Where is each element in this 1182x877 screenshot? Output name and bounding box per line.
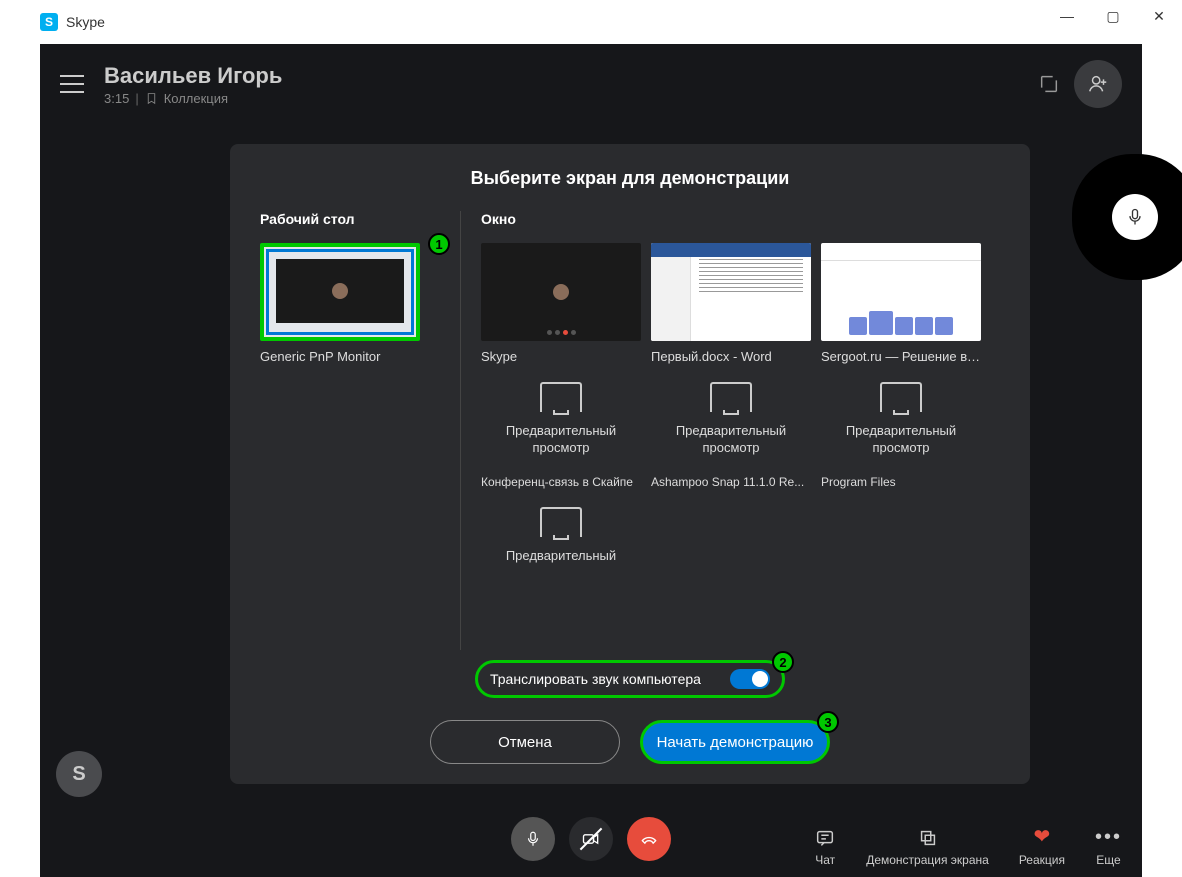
monitor-icon xyxy=(540,382,582,412)
more-label: Еще xyxy=(1096,853,1120,867)
window-item-label: Program Files xyxy=(821,475,981,489)
more-button[interactable]: ••• Еще xyxy=(1095,826,1122,867)
add-person-button[interactable] xyxy=(1074,60,1122,108)
microphone-icon xyxy=(1125,207,1145,227)
add-person-icon xyxy=(1087,73,1109,95)
start-button-label: Начать демонстрацию xyxy=(657,734,814,751)
window-option-skype[interactable]: Skype xyxy=(481,243,641,364)
collection-label: Коллекция xyxy=(164,91,228,106)
reaction-label: Реакция xyxy=(1019,853,1065,867)
contact-subline: 3:15 | Коллекция xyxy=(104,91,1038,106)
header-actions xyxy=(1038,60,1122,108)
camera-off-button[interactable] xyxy=(569,817,613,861)
monitor-icon xyxy=(710,382,752,412)
window-controls: — ▢ ✕ xyxy=(1044,0,1182,32)
share-screen-button[interactable]: Демонстрация экрана xyxy=(866,827,989,867)
microphone-icon xyxy=(524,830,542,848)
share-screen-icon xyxy=(917,827,939,849)
window-item-label: Первый.docx - Word xyxy=(651,349,811,364)
end-call-button[interactable] xyxy=(627,817,671,861)
broadcast-audio-toggle[interactable] xyxy=(730,669,770,689)
window-item-label: Ashampoo Snap 11.1.0 Re... xyxy=(651,475,811,489)
contact-info: Васильев Игорь 3:15 | Коллекция xyxy=(104,63,1038,106)
window-label: Окно xyxy=(481,211,1000,227)
window-option-nopreview[interactable]: Предварительный просмотр Program Files xyxy=(821,378,981,489)
titlebar: S Skype — ▢ ✕ xyxy=(0,0,1182,44)
self-avatar: S xyxy=(56,751,102,797)
chat-label: Чат xyxy=(815,853,835,867)
bookmark-icon xyxy=(145,92,158,105)
window-column: Окно Skype xyxy=(460,211,1000,650)
skype-logo-icon: S xyxy=(40,13,58,31)
monitor-icon xyxy=(880,382,922,412)
share-screen-dialog: Выберите экран для демонстрации Рабочий … xyxy=(230,144,1030,784)
bottom-actions: Чат Демонстрация экрана ❤ Реакция ••• Ещ… xyxy=(814,824,1122,867)
window-option-nopreview[interactable]: Предварительный xyxy=(481,503,641,565)
desktop-column: Рабочий стол 1 Generic PnP Monitor xyxy=(260,211,460,650)
share-label: Демонстрация экрана xyxy=(866,853,989,867)
app-area: Васильев Игорь 3:15 | Коллекция S Выбери… xyxy=(40,44,1142,877)
call-header: Васильев Игорь 3:15 | Коллекция xyxy=(40,44,1142,124)
maximize-button[interactable]: ▢ xyxy=(1090,0,1136,32)
window-item-label: Skype xyxy=(481,349,641,364)
desktop-option[interactable]: 1 Generic PnP Monitor xyxy=(260,243,440,364)
chat-button[interactable]: Чат xyxy=(814,827,836,867)
annotation-badge-2: 2 xyxy=(772,651,794,673)
window-title: Skype xyxy=(66,14,105,30)
window-item-label: Sergoot.ru — Решение ва... xyxy=(821,349,981,364)
window-thumbnail xyxy=(651,243,811,341)
desktop-item-label: Generic PnP Monitor xyxy=(260,349,420,364)
separator: | xyxy=(135,91,138,106)
window-thumbnail xyxy=(821,243,981,341)
chat-icon xyxy=(814,827,836,849)
window-option-nopreview[interactable]: Предварительный просмотр Ashampoo Snap 1… xyxy=(651,378,811,489)
window-item-label: Конференц-связь в Скайпе xyxy=(481,475,641,489)
mute-mic-button[interactable] xyxy=(511,817,555,861)
window-option-nopreview[interactable]: Предварительный просмотр Конференц-связь… xyxy=(481,378,641,489)
contact-name: Васильев Игорь xyxy=(104,63,1038,89)
close-button[interactable]: ✕ xyxy=(1136,0,1182,32)
desktop-label: Рабочий стол xyxy=(260,211,440,227)
cancel-button[interactable]: Отмена xyxy=(430,720,620,764)
heart-icon: ❤ xyxy=(1034,824,1051,849)
call-controls: Чат Демонстрация экрана ❤ Реакция ••• Ещ… xyxy=(40,801,1142,877)
annotation-badge-3: 3 xyxy=(817,711,839,733)
dialog-actions: Отмена 3 Начать демонстрацию xyxy=(260,720,1000,764)
window-option-browser[interactable]: Sergoot.ru — Решение ва... xyxy=(821,243,981,364)
preview-label: Предварительный просмотр xyxy=(651,423,811,457)
menu-icon[interactable] xyxy=(60,75,84,93)
window-grid: Skype Первый.docx - Word xyxy=(481,243,1000,565)
dialog-title: Выберите экран для демонстрации xyxy=(260,168,1000,189)
crop-icon[interactable] xyxy=(1038,73,1060,95)
desktop-thumbnail xyxy=(260,243,420,341)
floating-mic-button[interactable] xyxy=(1112,194,1158,240)
window-thumbnail xyxy=(481,243,641,341)
preview-label: Предварительный просмотр xyxy=(821,423,981,457)
monitor-icon xyxy=(540,507,582,537)
minimize-button[interactable]: — xyxy=(1044,0,1090,32)
reaction-button[interactable]: ❤ Реакция xyxy=(1019,824,1065,867)
window-option-word[interactable]: Первый.docx - Word xyxy=(651,243,811,364)
preview-label: Предварительный просмотр xyxy=(481,423,641,457)
more-icon: ••• xyxy=(1095,826,1122,849)
hangup-icon xyxy=(639,829,659,849)
preview-label: Предварительный xyxy=(506,548,616,565)
call-duration: 3:15 xyxy=(104,91,129,106)
annotation-badge-1: 1 xyxy=(428,233,450,255)
dialog-body: Рабочий стол 1 Generic PnP Monitor Окно xyxy=(260,211,1000,650)
start-share-button[interactable]: 3 Начать демонстрацию xyxy=(640,720,830,764)
broadcast-audio-label: Транслировать звук компьютера xyxy=(490,671,730,687)
broadcast-audio-row[interactable]: 2 Транслировать звук компьютера xyxy=(475,660,785,698)
